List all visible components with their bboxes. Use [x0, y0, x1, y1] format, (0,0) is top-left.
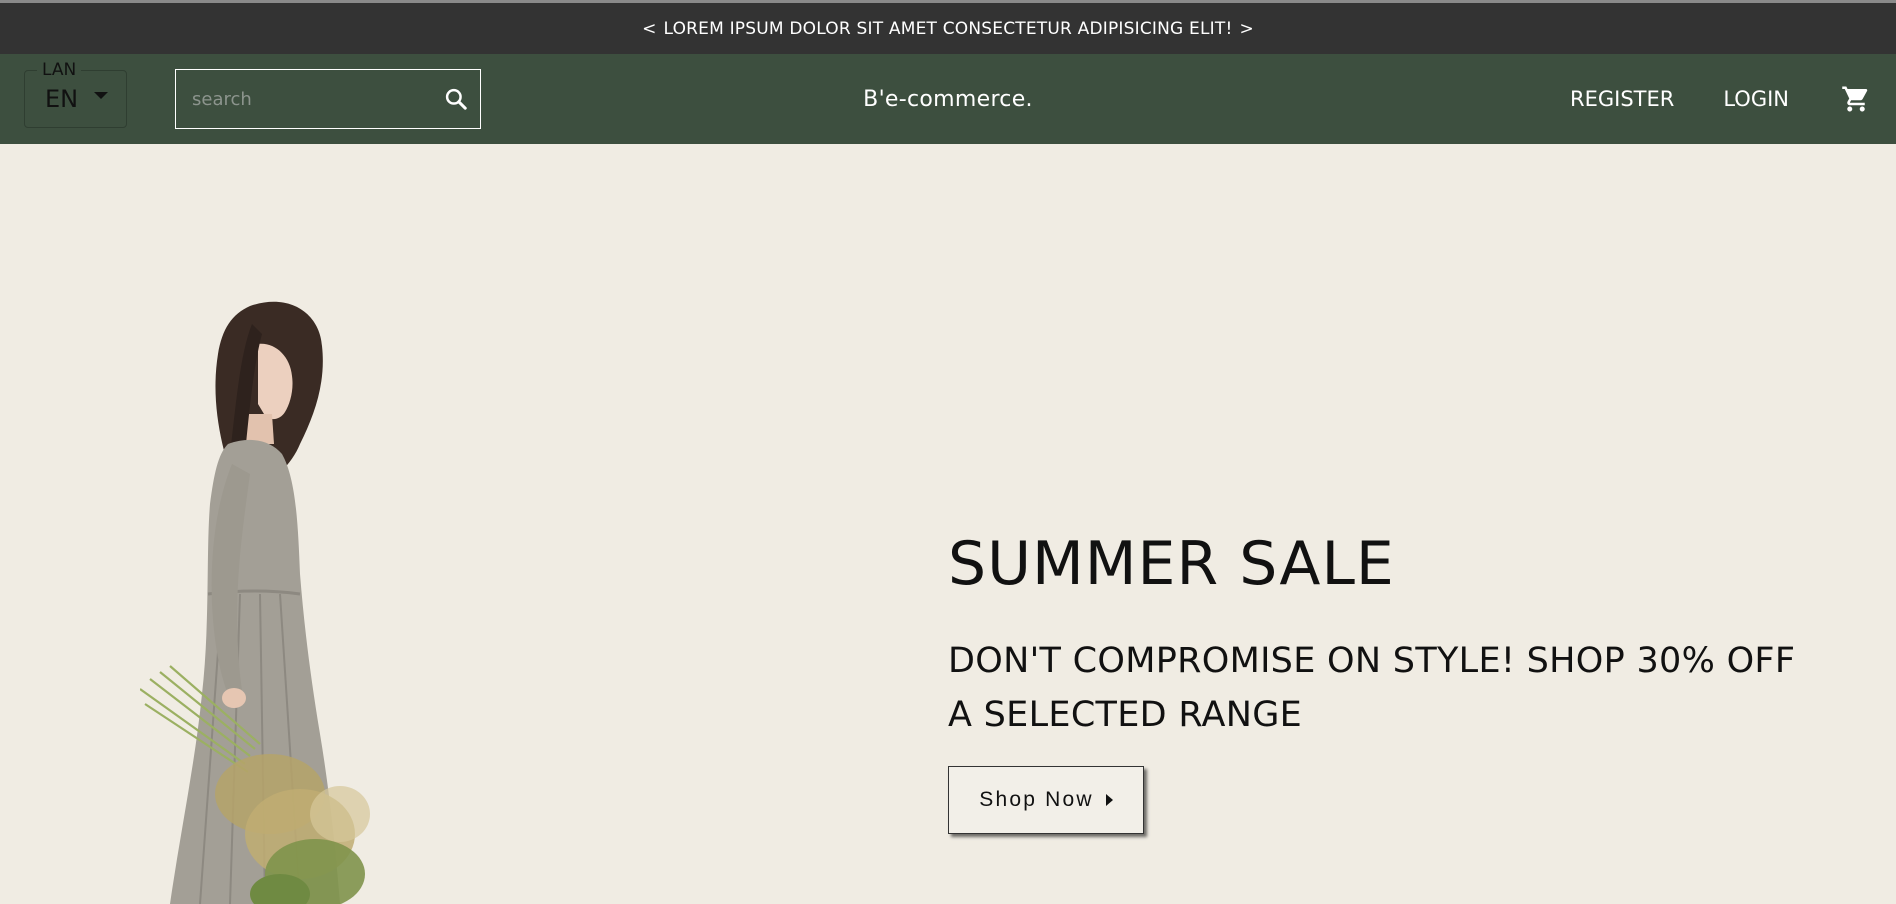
search-input[interactable]	[176, 70, 432, 128]
shop-now-label: Shop Now	[979, 788, 1094, 811]
announcement-bar: < LOREM IPSUM DOLOR SIT AMET CONSECTETUR…	[0, 0, 1896, 54]
announcement-next-arrow[interactable]: >	[1239, 19, 1253, 39]
chevron-down-icon	[94, 92, 108, 99]
hero-subtitle: DON'T COMPROMISE ON STYLE! SHOP 30% OFF …	[948, 641, 1796, 735]
login-link[interactable]: LOGIN	[1723, 87, 1789, 111]
nav-actions: REGISTER LOGIN	[1570, 54, 1896, 144]
language-select[interactable]: LAN EN	[24, 61, 127, 128]
hero-section: SUMMER SALE DON'T COMPROMISE ON STYLE! S…	[0, 144, 1896, 904]
language-select-label: LAN	[37, 61, 82, 79]
announcement-prev-arrow[interactable]: <	[642, 19, 656, 39]
hero-image	[140, 301, 370, 904]
hero-title: SUMMER SALE	[948, 529, 1395, 599]
search-box	[175, 69, 481, 129]
register-link[interactable]: REGISTER	[1570, 87, 1674, 111]
announcement-text: LOREM IPSUM DOLOR SIT AMET CONSECTETUR A…	[663, 18, 1233, 39]
language-select-value: EN	[45, 85, 79, 113]
navbar: LAN EN B'e-commerce. REGISTER LOGIN	[0, 54, 1896, 144]
search-icon[interactable]	[432, 75, 480, 123]
arrow-right-icon	[1105, 794, 1113, 806]
shop-now-button[interactable]: Shop Now	[948, 766, 1144, 834]
shopping-cart-icon[interactable]	[1838, 81, 1874, 117]
